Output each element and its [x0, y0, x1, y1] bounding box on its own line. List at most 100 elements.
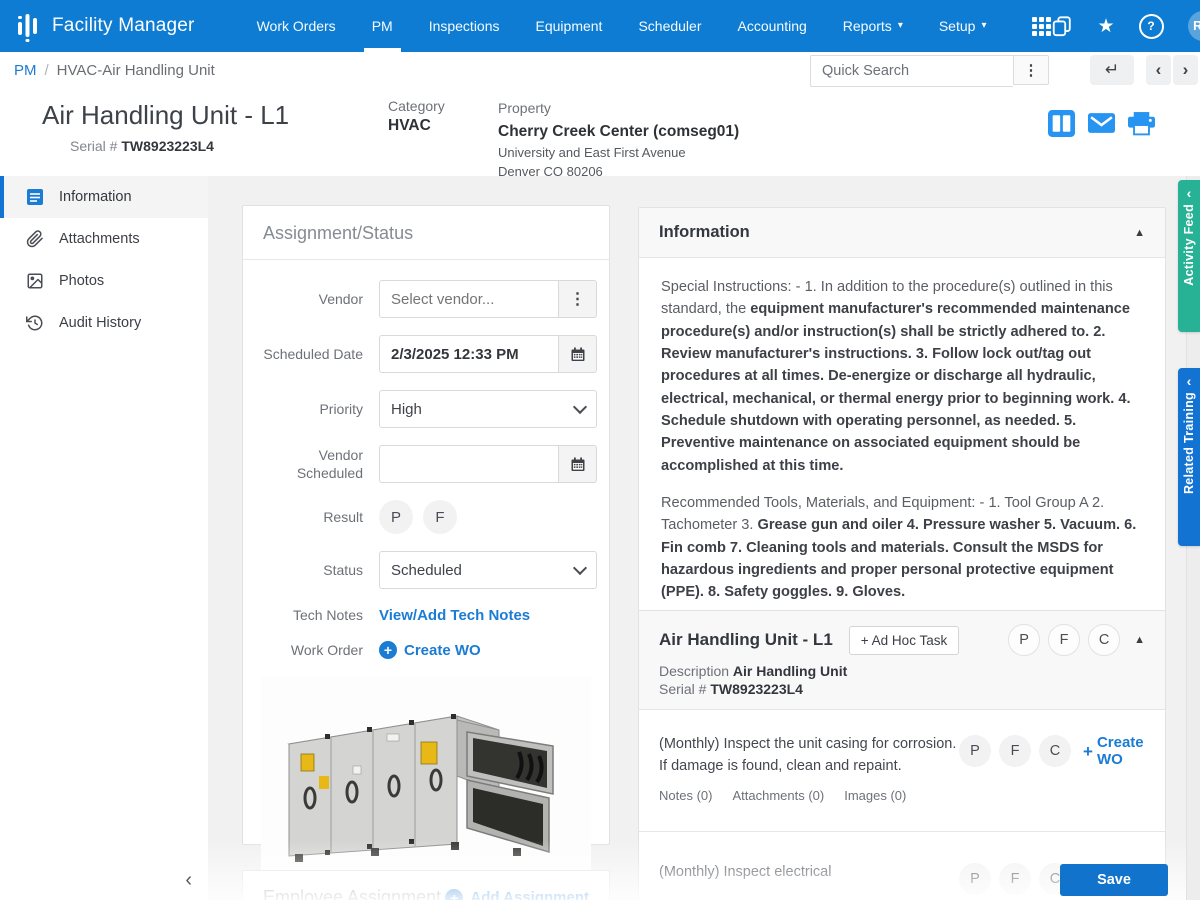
vendor-scheduled-label: Vendor Scheduled: [251, 446, 379, 482]
vendor-scheduled-input[interactable]: [379, 445, 559, 483]
quick-search: ⋮: [810, 55, 1049, 85]
collapse-caret-icon[interactable]: ▲: [1134, 634, 1145, 646]
nav-work-orders[interactable]: Work Orders: [239, 0, 354, 52]
task-card-pfc-group: P F C: [1008, 624, 1120, 656]
calendar-icon[interactable]: [559, 445, 597, 483]
fail-button[interactable]: F: [999, 735, 1031, 767]
breadcrumb-pm-link[interactable]: PM: [14, 62, 37, 79]
sidebar-item-photos[interactable]: Photos: [0, 260, 208, 302]
print-icon[interactable]: [1128, 112, 1155, 136]
task-row: (Monthly) Inspect the unit casing for co…: [639, 710, 1165, 831]
nav-scheduler[interactable]: Scheduler: [620, 0, 719, 52]
tech-notes-link[interactable]: View/Add Tech Notes: [379, 607, 530, 624]
priority-select[interactable]: High: [379, 390, 597, 428]
email-icon[interactable]: [1088, 113, 1115, 134]
help-icon[interactable]: ?: [1139, 14, 1164, 39]
description-value: Air Handling Unit: [733, 663, 847, 679]
primary-nav: Work Orders PM Inspections Equipment Sch…: [239, 0, 1005, 52]
sidebar-item-label: Attachments: [59, 231, 140, 247]
brand[interactable]: Facility Manager: [16, 9, 195, 43]
scheduled-date-input[interactable]: [379, 335, 559, 373]
caret-down-icon: ▾: [898, 21, 903, 31]
quick-search-input[interactable]: [810, 55, 1013, 87]
vendor-options-icon[interactable]: ⋮: [559, 280, 597, 318]
serial-label: Serial #: [70, 138, 117, 154]
property-block: Property Cherry Creek Center (comseg01) …: [498, 98, 739, 181]
avatar: RG: [1188, 11, 1200, 41]
priority-label: Priority: [251, 400, 379, 418]
search-options-icon[interactable]: ⋮: [1013, 55, 1049, 85]
task-images-count[interactable]: Images (0): [844, 786, 906, 806]
plus-icon: +: [1083, 743, 1093, 760]
task-notes-count[interactable]: Notes (0): [659, 786, 712, 806]
related-training-label: Related Training: [1182, 392, 1196, 494]
task-description-line: Description Air Handling Unit: [659, 663, 1145, 679]
caret-down-icon: ▾: [981, 21, 986, 31]
task-text: (Monthly) Inspect electrical: [659, 864, 831, 880]
user-menu[interactable]: RG ▾: [1188, 11, 1200, 41]
complete-all-button[interactable]: C: [1088, 624, 1120, 656]
related-training-tab[interactable]: ‹ Related Training: [1178, 368, 1200, 546]
pass-button[interactable]: P: [959, 863, 991, 895]
nav-equipment[interactable]: Equipment: [518, 0, 621, 52]
create-wo-label: Create WO: [1097, 734, 1145, 768]
nav-pm[interactable]: PM: [354, 0, 411, 52]
status-select[interactable]: Scheduled: [379, 551, 597, 589]
add-assignment-link[interactable]: Add Assignment: [470, 889, 589, 900]
task-text: (Monthly) Inspect the unit casing for co…: [659, 736, 956, 774]
nav-setup-label: Setup: [939, 18, 976, 34]
create-wo-link[interactable]: Create WO: [404, 642, 481, 659]
activity-feed-tab[interactable]: ‹ Activity Feed: [1178, 180, 1200, 332]
plus-circle-icon: +: [379, 641, 397, 659]
app-grid-icon[interactable]: [1032, 17, 1051, 36]
ad-hoc-task-button[interactable]: + Ad Hoc Task: [849, 626, 959, 655]
return-button[interactable]: ↵: [1090, 55, 1134, 85]
fail-all-button[interactable]: F: [1048, 624, 1080, 656]
priority-value: High: [391, 401, 422, 418]
sidebar-item-label: Information: [59, 189, 132, 205]
property-address-line1: University and East First Avenue: [498, 144, 739, 163]
calendar-icon[interactable]: [559, 335, 597, 373]
next-record-button[interactable]: ›: [1173, 55, 1198, 85]
sidebar-item-attachments[interactable]: Attachments: [0, 218, 208, 260]
result-pass-button[interactable]: P: [379, 500, 413, 534]
task-create-wo-link[interactable]: + Create WO: [1083, 734, 1145, 768]
fail-button[interactable]: F: [999, 863, 1031, 895]
sidebar-item-audit-history[interactable]: Audit History: [0, 302, 208, 344]
image-icon: [26, 272, 44, 290]
favorites-star-icon[interactable]: ★: [1097, 17, 1114, 36]
nav-reports[interactable]: Reports ▾: [825, 0, 921, 52]
sidebar-collapse-icon[interactable]: ‹: [185, 869, 192, 892]
nav-inspections[interactable]: Inspections: [411, 0, 518, 52]
activity-feed-label: Activity Feed: [1182, 204, 1196, 286]
result-fail-button[interactable]: F: [423, 500, 457, 534]
asset-header: Air Handling Unit - L1 Serial # TW892322…: [0, 88, 1200, 177]
assignment-status-card: Assignment/Status Vendor ⋮ Scheduled Dat…: [242, 205, 610, 845]
chevron-down-icon: [573, 561, 587, 575]
nav-accounting[interactable]: Accounting: [720, 0, 825, 52]
pages-icon[interactable]: [1051, 15, 1073, 37]
info-paragraph: Special Instructions: - 1. In addition t…: [661, 276, 1143, 477]
pass-button[interactable]: P: [959, 735, 991, 767]
previous-record-button[interactable]: ‹: [1146, 55, 1171, 85]
sidebar-item-information[interactable]: Information: [0, 176, 208, 218]
history-icon: [26, 314, 44, 332]
task-card-title: Air Handling Unit - L1: [659, 630, 833, 650]
facility-manager-app: Facility Manager Work Orders PM Inspecti…: [0, 0, 1200, 900]
complete-button[interactable]: C: [1039, 735, 1071, 767]
serial-number: Serial # TW8923223L4: [70, 138, 214, 154]
brand-logo-icon: [16, 9, 42, 43]
task-attachments-count[interactable]: Attachments (0): [732, 786, 824, 806]
category-label: Category: [388, 98, 445, 114]
vendor-input[interactable]: [379, 280, 559, 318]
sidebar-item-label: Photos: [59, 273, 104, 289]
collapse-caret-icon[interactable]: ▲: [1134, 227, 1145, 239]
layout-columns-icon[interactable]: [1048, 110, 1075, 137]
pass-all-button[interactable]: P: [1008, 624, 1040, 656]
nav-right-icons: ★ ? RG ▾: [1051, 11, 1200, 41]
work-order-label: Work Order: [251, 641, 379, 659]
nav-setup[interactable]: Setup ▾: [921, 0, 1005, 52]
sidebar-item-label: Audit History: [59, 315, 141, 331]
form-list-icon: [26, 188, 44, 206]
save-button[interactable]: Save: [1060, 864, 1168, 896]
